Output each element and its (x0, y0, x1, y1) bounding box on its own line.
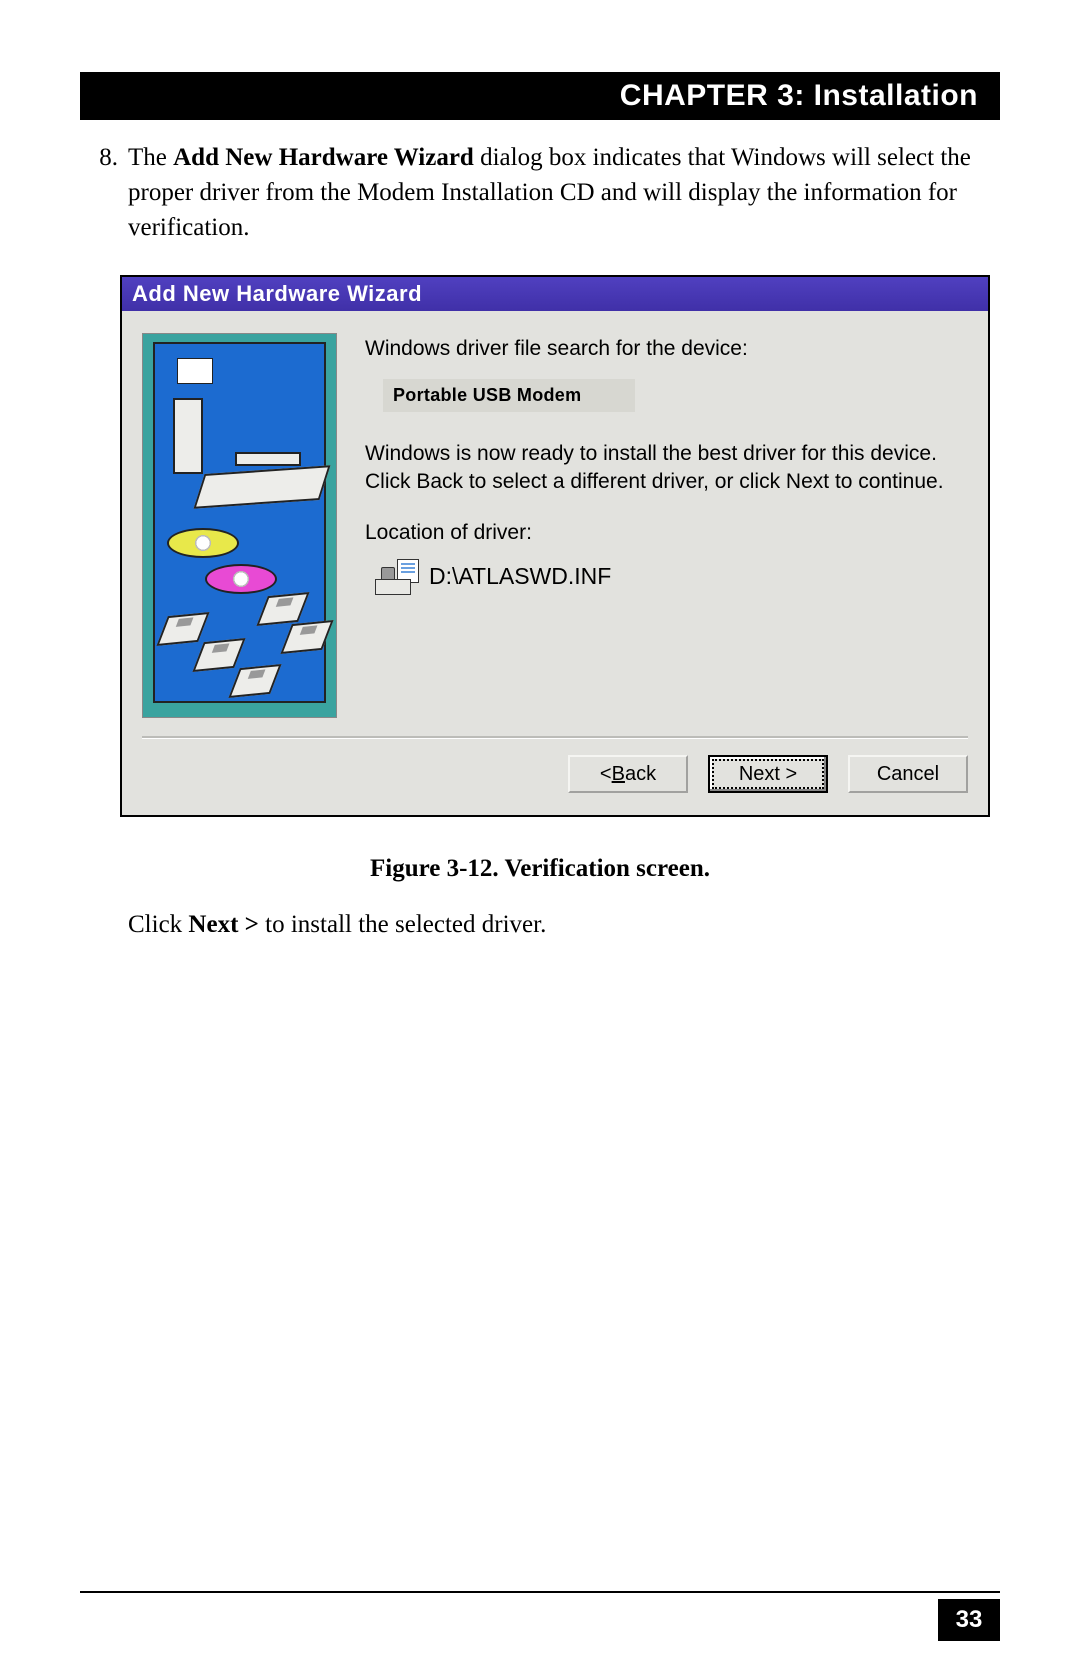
device-name: Portable USB Modem (383, 379, 635, 412)
page-content: 8. The Add New Hardware Wizard dialog bo… (80, 140, 1000, 939)
footer-rule (80, 1591, 1000, 1593)
dialog-titlebar: Add New Hardware Wizard (122, 277, 988, 311)
cancel-label: Cancel (877, 763, 939, 786)
dialog-title: Add New Hardware Wizard (132, 281, 422, 306)
step-8: 8. The Add New Hardware Wizard dialog bo… (80, 140, 1000, 245)
page-footer: 33 (80, 1591, 1000, 1593)
step-pre: The (128, 144, 173, 171)
back-underline: B (612, 763, 625, 786)
chapter-header: CHAPTER 3: Installation (80, 72, 1000, 120)
back-rest: ack (625, 763, 656, 786)
back-prefix: < (600, 763, 612, 786)
cancel-button[interactable]: Cancel (848, 755, 968, 793)
footer-separator (142, 736, 968, 739)
next-label: Next > (739, 763, 797, 786)
post-bold: Next > (188, 911, 258, 938)
dialog-right-pane: Windows driver file search for the devic… (337, 333, 968, 718)
step-text: The Add New Hardware Wizard dialog box i… (128, 140, 1000, 245)
search-label: Windows driver file search for the devic… (365, 337, 968, 361)
step-bold: Add New Hardware Wizard (173, 144, 474, 171)
ready-text: Windows is now ready to install the best… (365, 440, 968, 497)
page-number: 33 (938, 1599, 1000, 1641)
step-number: 8. (80, 140, 118, 245)
post-post: to install the selected driver. (259, 911, 546, 938)
driver-path: D:\ATLASWD.INF (429, 563, 611, 590)
inf-file-icon (375, 559, 419, 595)
location-label: Location of driver: (365, 521, 968, 545)
post-pre: Click (128, 911, 188, 938)
next-button[interactable]: Next > (708, 755, 828, 793)
post-instruction: Click Next > to install the selected dri… (128, 911, 1000, 939)
driver-location-row: D:\ATLASWD.INF (375, 559, 968, 595)
dialog-footer: < Back Next > Cancel (122, 736, 988, 815)
wizard-screenshot: Add New Hardware Wizard Windows driver f… (120, 275, 990, 817)
dialog-body: Windows driver file search for the devic… (122, 311, 988, 736)
chapter-title: CHAPTER 3: Installation (620, 79, 978, 113)
button-row: < Back Next > Cancel (142, 755, 968, 793)
figure-caption: Figure 3-12. Verification screen. (80, 855, 1000, 883)
back-button[interactable]: < Back (568, 755, 688, 793)
wizard-illustration (142, 333, 337, 718)
